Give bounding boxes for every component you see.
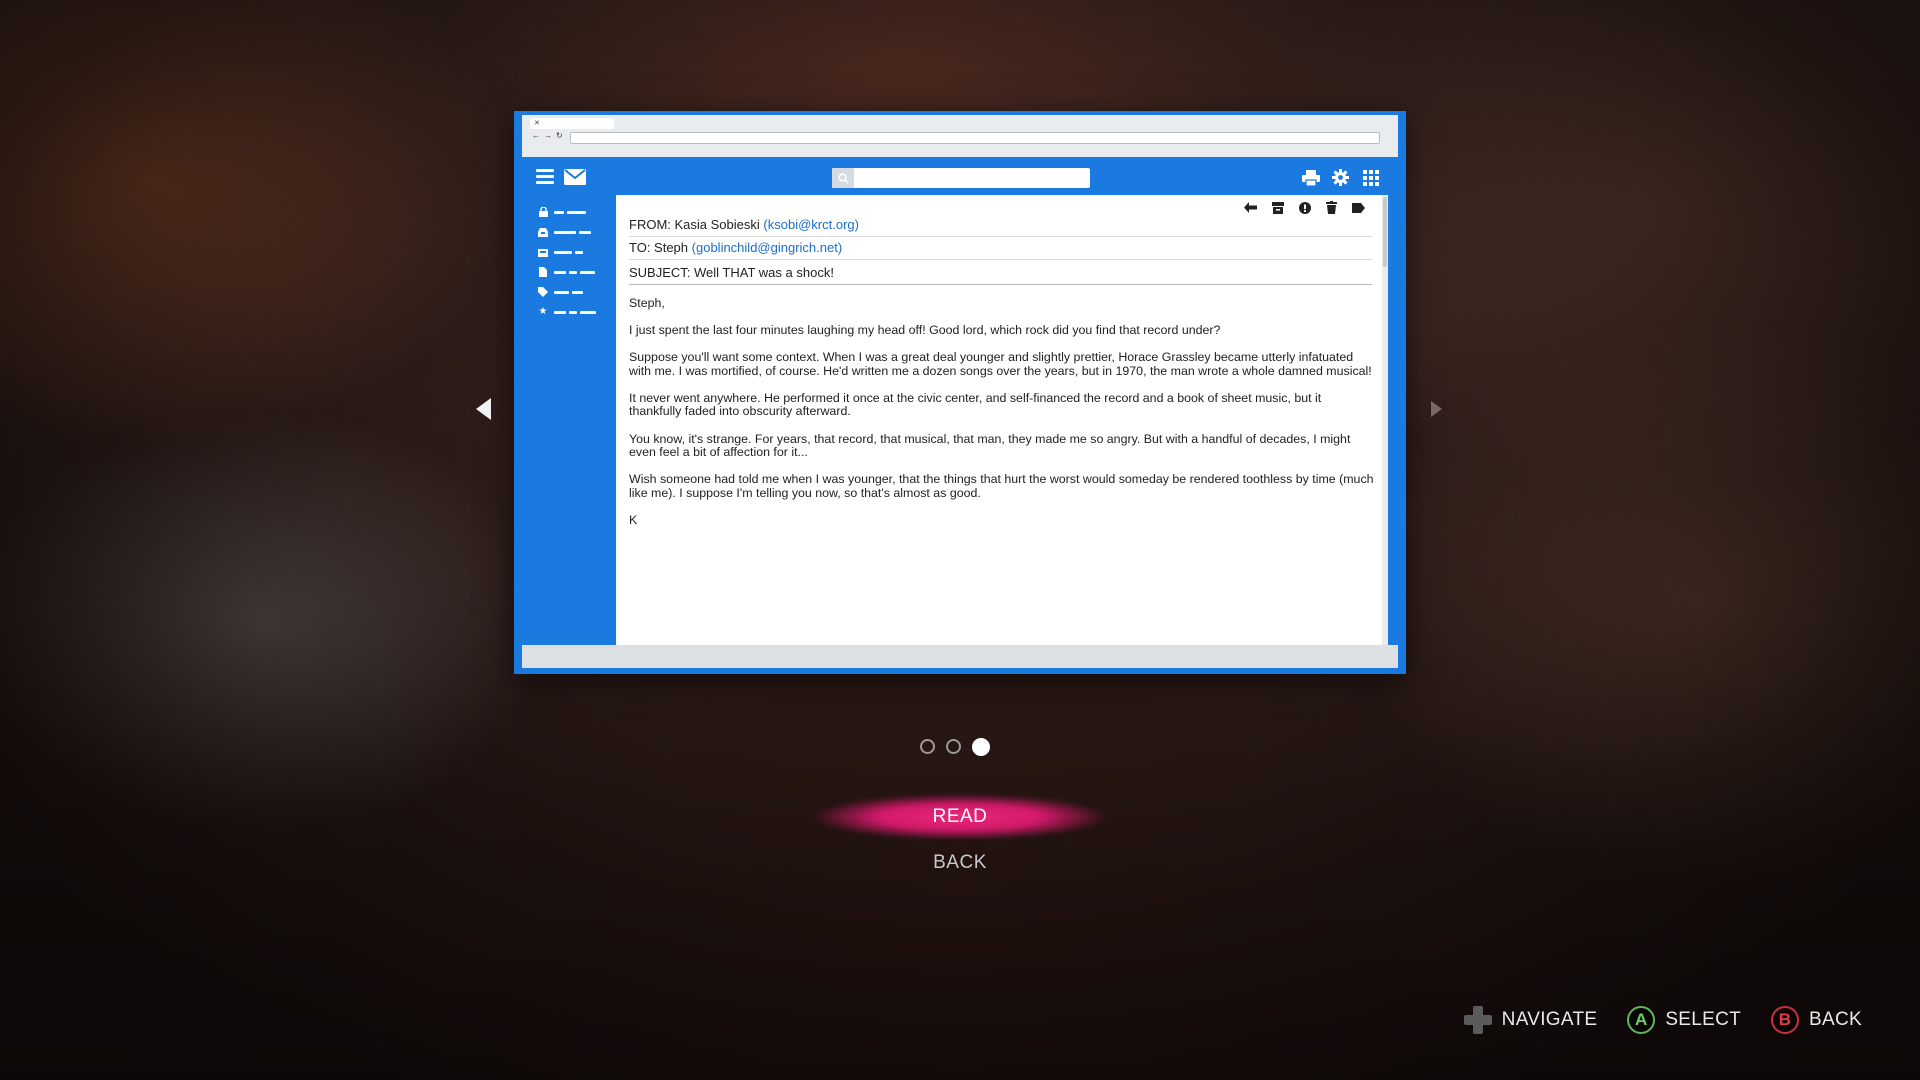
tab-close-icon: ✕ <box>534 120 540 127</box>
read-button[interactable]: READ <box>812 794 1108 840</box>
next-page-arrow-icon[interactable] <box>1431 401 1442 417</box>
forward-arrow-icon: → <box>544 131 552 140</box>
label-icon <box>1351 200 1366 215</box>
report-icon <box>1297 200 1312 215</box>
to-address: (goblinchild@gingrich.net) <box>691 240 843 255</box>
lock-icon <box>538 207 548 217</box>
page-indicator <box>920 738 990 756</box>
menu-icon <box>536 169 554 184</box>
body-paragraph: Wish someone had told me when I was youn… <box>629 472 1374 500</box>
select-label: SELECT <box>1665 1009 1742 1030</box>
page-dot-active <box>972 738 990 756</box>
email-from-line: FROM: Kasia Sobieski (ksobi@krct.org) <box>629 217 1372 237</box>
select-hint: A SELECT <box>1627 1006 1741 1034</box>
b-button-icon: B <box>1771 1006 1800 1034</box>
body-paragraph: You know, it's strange. For years, that … <box>629 431 1351 460</box>
sidebar-item-tags <box>538 285 583 299</box>
star-icon: ★ <box>538 306 548 317</box>
reload-icon: ↻ <box>556 131 563 140</box>
controller-hints: NAVIGATE A SELECT B BACK <box>1463 1006 1862 1034</box>
sidebar-item-starred: ★ <box>538 305 596 319</box>
sidebar-item-locked <box>538 205 586 219</box>
address-bar <box>570 132 1380 144</box>
navigate-label: NAVIGATE <box>1501 1009 1598 1030</box>
navigate-hint: NAVIGATE <box>1463 1006 1598 1034</box>
body-paragraph: Suppose you'll want some context. When I… <box>629 350 1372 378</box>
drafts-icon <box>538 247 548 257</box>
sidebar-item-documents <box>538 265 595 279</box>
reply-icon <box>1243 200 1258 215</box>
email-body: Steph, I just spent the last four minute… <box>629 296 1374 541</box>
tag-icon <box>538 287 548 297</box>
browser-chrome: ✕ ← → ↻ <box>522 115 1398 157</box>
page-dot <box>946 739 961 754</box>
back-hint: B BACK <box>1771 1006 1862 1034</box>
mail-icon <box>564 169 586 190</box>
mail-app-bar <box>522 161 1398 195</box>
page-dot <box>920 739 935 754</box>
body-paragraph: I just spent the last four minutes laugh… <box>629 323 1221 338</box>
to-label: TO: <box>629 240 655 255</box>
mail-footer-band <box>522 645 1398 668</box>
archive-icon <box>1270 200 1285 215</box>
dpad-icon <box>1463 1006 1492 1034</box>
document-icon <box>538 267 548 277</box>
search-input <box>856 170 1088 188</box>
gear-icon <box>1331 168 1350 187</box>
message-scrollbar <box>1382 195 1388 645</box>
a-button-icon: A <box>1627 1006 1656 1034</box>
back-hint-label: BACK <box>1809 1009 1862 1030</box>
body-signature: K <box>629 512 638 527</box>
back-arrow-icon: ← <box>532 131 540 140</box>
from-address: (ksobi@krct.org) <box>763 217 859 232</box>
print-icon <box>1301 168 1320 187</box>
trash-icon <box>1324 200 1339 215</box>
previous-page-arrow-icon[interactable] <box>476 398 491 420</box>
email-to-line: TO: Steph (goblinchild@gingrich.net) <box>629 240 1372 260</box>
body-paragraph: Steph, <box>629 296 665 310</box>
email-subject: SUBJECT: Well THAT was a shock! <box>629 265 834 280</box>
email-document: ✕ ← → ↻ ★ FROM: Kasia Sobieski (ksobi@kr… <box>514 111 1406 674</box>
mail-search-bar <box>832 168 1090 188</box>
body-paragraph: It never went anywhere. He performed it … <box>629 390 1322 419</box>
from-name: Kasia Sobieski <box>674 217 760 232</box>
search-icon <box>832 168 854 188</box>
apps-grid-icon <box>1361 168 1380 187</box>
sidebar-item-drafts <box>538 245 583 259</box>
from-label: FROM: <box>629 217 675 232</box>
to-name: Steph <box>654 240 689 255</box>
email-subject-line: SUBJECT: Well THAT was a shock! <box>629 265 1372 285</box>
browser-tab: ✕ <box>530 118 614 129</box>
sidebar-item-inbox <box>538 225 591 239</box>
read-label: READ <box>932 806 988 827</box>
inbox-icon <box>538 227 548 237</box>
back-button[interactable]: BACK <box>880 852 1040 874</box>
mail-sidebar: ★ <box>522 195 616 645</box>
message-pane: FROM: Kasia Sobieski (ksobi@krct.org) TO… <box>616 195 1388 645</box>
